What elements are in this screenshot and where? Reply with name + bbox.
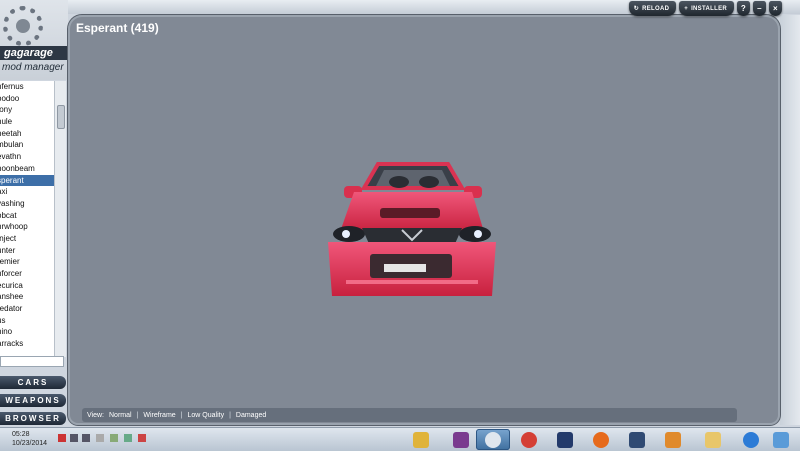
logo-subtitle: mod manager [2,62,64,73]
car-model[interactable] [324,156,500,301]
clock: 05:28 10/23/2014 [12,430,47,448]
viewer-title: Esperant (419) [76,21,159,35]
car-list-item[interactable]: nrwhoop [0,221,54,233]
car-list-item[interactable]: nfernus [0,81,54,93]
taskbar-app-button[interactable] [404,429,438,450]
winrar-icon [453,431,469,448]
car-list-item[interactable]: anshee [0,291,54,303]
taskbar-app-button[interactable] [548,429,582,450]
car-list-item[interactable]: obcat [0,210,54,222]
view-normal[interactable]: Normal [109,412,132,419]
car-list-item[interactable]: sperant [0,174,54,187]
taskbar-app-button[interactable] [734,429,768,450]
windows-icon [773,431,789,448]
view-label: View: [87,411,104,419]
car-list-item[interactable]: nforcer [0,268,54,280]
minimize-button[interactable]: – [753,1,766,16]
paint-icon [413,431,429,448]
close-button[interactable]: × [769,1,782,16]
clock-time: 05:28 [12,431,30,438]
tray-network-icon[interactable] [70,434,78,442]
car-list-item[interactable]: us [0,315,54,327]
reload-button[interactable]: ↻ RELOAD [628,1,677,16]
chrome-icon [521,431,537,448]
taskbar-app-button[interactable] [620,429,654,450]
firefox-icon [593,431,609,448]
bluetooth-icon [557,431,573,448]
car-list-item[interactable]: nino [0,326,54,338]
view-low-quality[interactable]: Low Quality [188,412,225,419]
tray-signal-icon[interactable] [82,434,90,442]
browser-button[interactable]: BROWSER [0,412,66,425]
taskbar-app-button[interactable] [512,429,546,450]
gear-app-icon [485,431,501,448]
gear-logo-icon [3,6,43,46]
taskbar-app-button[interactable] [584,429,618,450]
plus-icon: + [684,5,689,12]
logo-wordmark: gagarage [0,46,68,60]
car-list-item[interactable]: nule [0,116,54,128]
taskbar: 05:28 10/23/2014 [0,427,800,451]
ie-icon [743,431,759,448]
car-list[interactable]: nfernusoodootonynuleheetahmbulanevathnno… [0,81,55,357]
clock-date: 10/23/2014 [12,440,48,447]
minimize-icon: – [757,4,762,13]
car-list-item[interactable]: vashing [0,198,54,210]
car-list-item[interactable]: redator [0,303,54,315]
car-list-item[interactable]: fnject [0,233,54,245]
tray-app-icon[interactable] [110,434,118,442]
car-list-scrollbar[interactable] [54,81,66,357]
cars-button[interactable]: CARS [0,376,66,389]
tray-shield-icon[interactable] [124,434,132,442]
help-button[interactable]: ? [737,1,750,16]
view-wireframe[interactable]: Wireframe [143,412,175,419]
window-buttons: ↻ RELOAD + INSTALLER ? – × [628,1,782,17]
car-list-item[interactable]: remier [0,256,54,268]
search-input[interactable] [0,356,64,367]
car-list-item[interactable]: evathn [0,151,54,163]
view-mode-bar: View: Normal | Wireframe | Low Quality |… [82,408,737,422]
car-list-item[interactable]: tony [0,104,54,116]
installer-button[interactable]: + INSTALLER [679,1,734,16]
separator: | [180,411,183,419]
car-list-item[interactable]: heetah [0,128,54,140]
car-list-item[interactable]: mbulan [0,139,54,151]
taskbar-app-button[interactable] [656,429,690,450]
weapons-button[interactable]: WEAPONS [0,394,66,407]
taskbar-app-button[interactable] [764,429,798,450]
car-list-item[interactable]: noonbeam [0,163,54,175]
close-icon: × [773,4,778,13]
separator: | [229,411,231,419]
help-icon: ? [740,4,747,13]
right-edge [780,15,800,425]
taskbar-app-button[interactable] [696,429,730,450]
view-damaged[interactable]: Damaged [236,412,266,419]
scrollbar-thumb[interactable] [57,105,65,129]
tray-flag-icon[interactable] [58,434,66,442]
folder-icon [705,431,721,448]
taskbar-app-button[interactable] [476,429,510,450]
taskbar-app-button[interactable] [444,429,478,450]
separator: | [136,411,139,419]
reload-icon: ↻ [633,6,640,12]
car-list-item[interactable]: axi [0,186,54,198]
tray-volume-icon[interactable] [96,434,104,442]
media-player-icon [665,431,681,448]
car-list-item[interactable]: arracks [0,338,54,350]
car-list-item[interactable]: ecurica [0,280,54,292]
car-list-item[interactable]: unter [0,245,54,257]
pen-app-icon [629,431,645,448]
tray-antivirus-icon[interactable] [138,434,146,442]
reload-label: RELOAD [642,5,670,12]
car-list-item[interactable]: oodoo [0,93,54,105]
app-logo: gagarage mod manager [0,0,68,80]
installer-label: INSTALLER [691,5,727,12]
